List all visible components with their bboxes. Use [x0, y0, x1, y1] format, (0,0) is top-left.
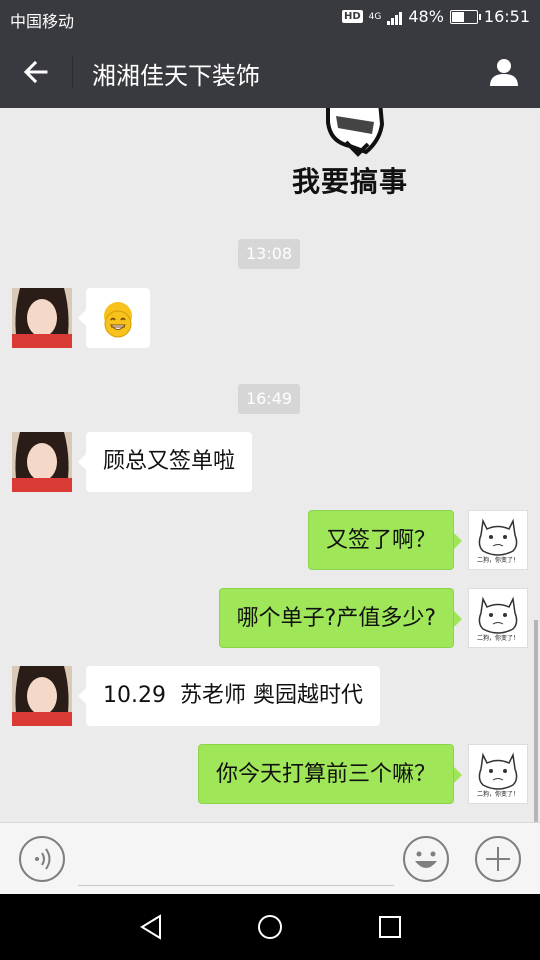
message-bubble[interactable]: 顾总又签单啦: [77, 432, 253, 492]
scrollbar[interactable]: [534, 620, 538, 822]
plus-icon[interactable]: [474, 835, 522, 883]
avatar-caption: 二狗，你变了！: [476, 635, 519, 642]
nav-home-icon[interactable]: [255, 912, 285, 942]
arrow-left-icon[interactable]: [18, 54, 54, 90]
message-bubble[interactable]: 10.29 苏老师 奥园越时代: [78, 666, 380, 726]
message-bubble-sent[interactable]: 又签了啊？: [307, 510, 463, 570]
timestamp: 16:49: [238, 384, 301, 414]
avatar[interactable]: [12, 666, 72, 726]
signal-icon: [387, 9, 403, 25]
sticker-caption: 我要搞事: [292, 165, 409, 198]
avatar[interactable]: [12, 288, 72, 348]
message-input[interactable]: [78, 839, 394, 886]
input-bar: [0, 822, 540, 894]
avatar-self[interactable]: 二狗，你变了！: [468, 588, 528, 648]
message-list[interactable]: 我要搞事 13:08 16:49 顾总又签单啦 又签了啊？ 二狗，你变了！ 哪个…: [0, 108, 540, 822]
network-type: 4G: [368, 11, 382, 22]
carrier-name: 中国移动: [10, 12, 75, 31]
status-bar: 中国移动 HD 4G 48% 16:51: [0, 0, 540, 36]
nav-back-icon[interactable]: [136, 912, 166, 942]
avatar-caption: 二狗，你变了！: [476, 557, 519, 564]
nav-recent-icon[interactable]: [375, 912, 405, 942]
avatar-self[interactable]: 二狗，你变了！: [468, 510, 528, 570]
message-bubble[interactable]: [78, 288, 150, 348]
battery-percent: 48%: [408, 7, 444, 26]
voice-icon[interactable]: [18, 835, 66, 883]
header-divider: [72, 56, 73, 88]
status-icons: HD 4G 48% 16:51: [341, 7, 530, 26]
avatar-caption: 二狗，你变了！: [476, 791, 519, 798]
battery-fill: [451, 11, 465, 22]
avatar-self[interactable]: 二狗，你变了！: [468, 744, 528, 804]
person-icon[interactable]: [486, 54, 522, 90]
status-time: 16:51: [483, 7, 530, 26]
system-nav-bar: [0, 894, 540, 960]
chat-title: 湘湘佳天下装饰: [92, 62, 260, 90]
smiley-icon[interactable]: [402, 835, 450, 883]
hd-icon: HD: [341, 10, 363, 23]
message-bubble-sent[interactable]: 你今天打算前三个嘛？: [197, 744, 463, 804]
avatar[interactable]: [12, 432, 72, 492]
battery-icon: [449, 9, 481, 24]
message-bubble-sent[interactable]: 哪个单子?产值多少?: [218, 588, 463, 648]
grinning-emoji-icon: [104, 302, 132, 338]
timestamp: 13:08: [238, 239, 301, 269]
chat-header: 湘湘佳天下装饰: [0, 36, 540, 108]
